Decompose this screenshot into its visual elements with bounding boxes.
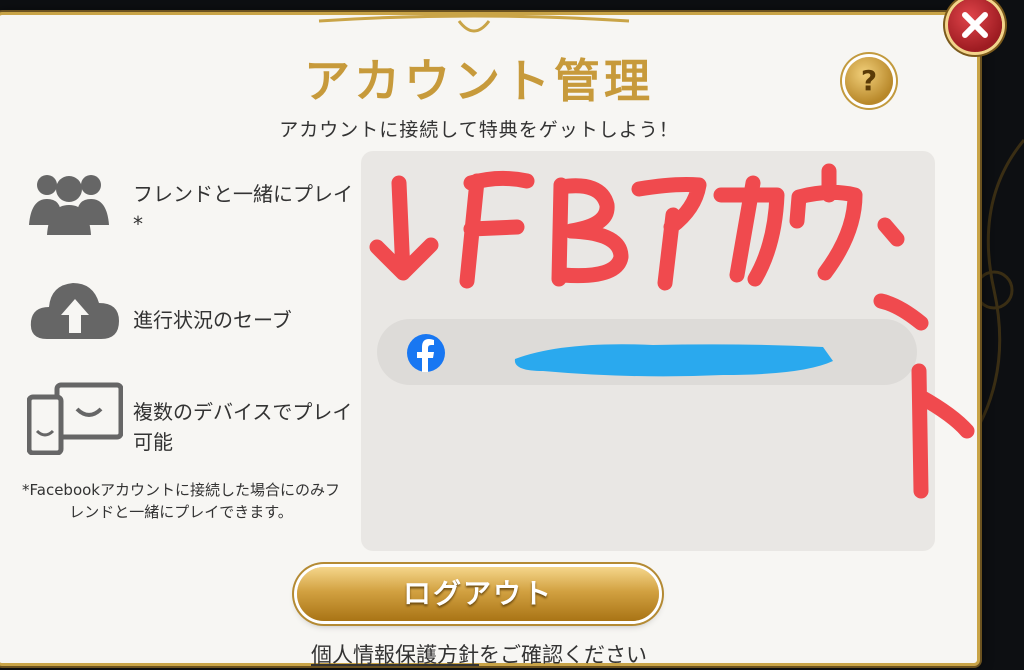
dialog-subtitle: アカウントに接続して特典をゲットしよう！: [279, 119, 679, 141]
close-button[interactable]: [948, 0, 1002, 52]
help-button[interactable]: ?: [845, 57, 893, 105]
account-dialog: アカウント管理 アカウントに接続して特典をゲットしよう！ ? フレンドと一緒にプ…: [0, 12, 980, 669]
top-ornament: [318, 15, 630, 33]
close-icon: [962, 12, 988, 38]
feature-label: フレンドと一緒にプレイ*: [133, 182, 353, 236]
privacy-policy-link[interactable]: 個人情報保護方針: [311, 643, 479, 667]
friends-icon: [29, 175, 109, 235]
feature-label: 進行状況のセーブ: [133, 308, 292, 332]
dialog-title: アカウント管理: [304, 54, 654, 108]
handwritten-annotation: [369, 163, 975, 499]
cloud-upload-icon: [30, 283, 119, 339]
logout-button[interactable]: ログアウト: [297, 567, 659, 621]
privacy-suffix: をご確認ください: [479, 643, 647, 667]
devices-icon: [27, 382, 123, 455]
privacy-notice: 個人情報保護方針をご確認ください: [0, 639, 959, 669]
feature-label: 複数のデバイスでプレイ可能: [133, 400, 353, 454]
footnote: *Facebookアカウントに接続した場合にのみフレンドと一緒にプレイできます。: [22, 481, 340, 521]
